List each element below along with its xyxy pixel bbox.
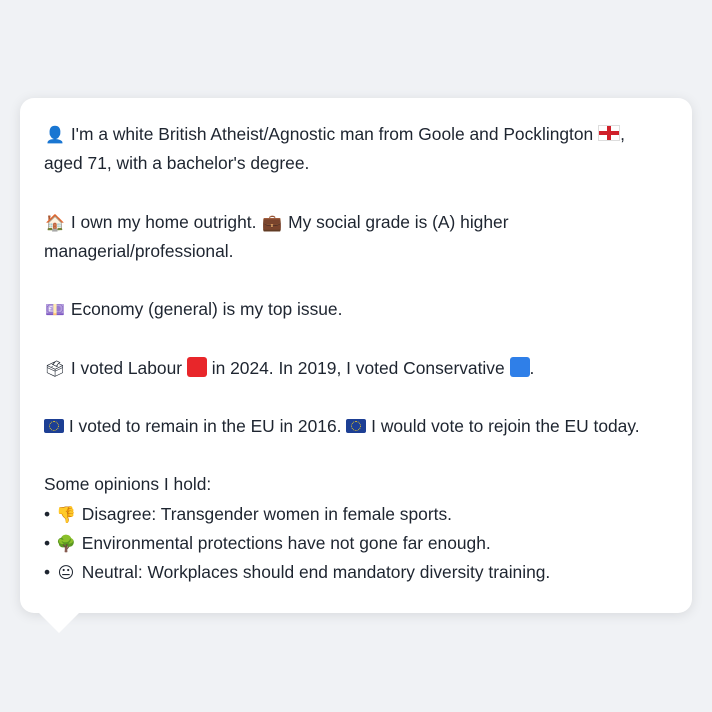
briefcase-icon: 💼 bbox=[262, 212, 283, 232]
opinions-heading: Some opinions I hold: bbox=[44, 474, 212, 495]
ballot-box-icon: 🗳 bbox=[44, 358, 66, 378]
eu-flag-icon bbox=[44, 418, 64, 433]
opinion-item: • 👎 Disagree: Transgender women in femal… bbox=[44, 500, 668, 529]
house-icon: 🏠 bbox=[45, 212, 65, 232]
opinion-text: Environmental protections have not gone … bbox=[81, 532, 491, 553]
labour-color-swatch bbox=[186, 356, 207, 377]
issue-paragraph: 💷 Economy (general) is my top issue. bbox=[44, 295, 668, 324]
opinion-item: • 🌳 Environmental protections have not g… bbox=[44, 529, 668, 558]
eu-paragraph: I voted to remain in the EU in 2016. I w… bbox=[44, 412, 668, 441]
england-flag-icon bbox=[598, 125, 621, 141]
eu-text-1: I voted to remain in the EU in 2016. bbox=[68, 415, 342, 436]
eu-text-2: I would vote to rejoin the EU today. bbox=[371, 415, 640, 436]
eu-flag-icon bbox=[346, 418, 367, 433]
thumbs-down-icon: 👎 bbox=[55, 504, 76, 524]
person-icon: 👤 bbox=[45, 125, 65, 144]
vote-text-1: I voted Labour bbox=[70, 357, 183, 378]
neutral-face-icon: 😐 bbox=[57, 562, 75, 582]
intro-text: I'm a white British Atheist/Agnostic man… bbox=[70, 124, 594, 144]
money-icon: 💷 bbox=[45, 300, 65, 320]
tree-icon: 🌳 bbox=[55, 533, 76, 553]
persona-message-bubble: 👤 I'm a white British Atheist/Agnostic m… bbox=[20, 98, 692, 613]
home-text: I own my home outright. bbox=[70, 211, 257, 232]
bullet-dot: • bbox=[44, 532, 51, 553]
opinion-text: Neutral: Workplaces should end mandatory… bbox=[81, 561, 551, 582]
bullet-dot: • bbox=[44, 561, 51, 582]
vote-text-3: . bbox=[529, 357, 535, 378]
bubble-tail bbox=[39, 613, 79, 633]
opinion-text: Disagree: Transgender women in female sp… bbox=[81, 503, 452, 524]
conservative-color-swatch bbox=[509, 356, 530, 377]
opinion-item: • 😐 Neutral: Workplaces should end manda… bbox=[44, 558, 668, 587]
intro-paragraph: 👤 I'm a white British Atheist/Agnostic m… bbox=[44, 120, 668, 178]
bullet-dot: • bbox=[44, 503, 51, 524]
vote-text-2: in 2024. In 2019, I voted Conservative bbox=[211, 357, 505, 378]
vote-paragraph: 🗳 I voted Labour in 2024. In 2019, I vot… bbox=[44, 354, 668, 383]
home-paragraph: 🏠 I own my home outright. 💼 My social gr… bbox=[44, 208, 668, 266]
issue-text: Economy (general) is my top issue. bbox=[70, 299, 343, 320]
